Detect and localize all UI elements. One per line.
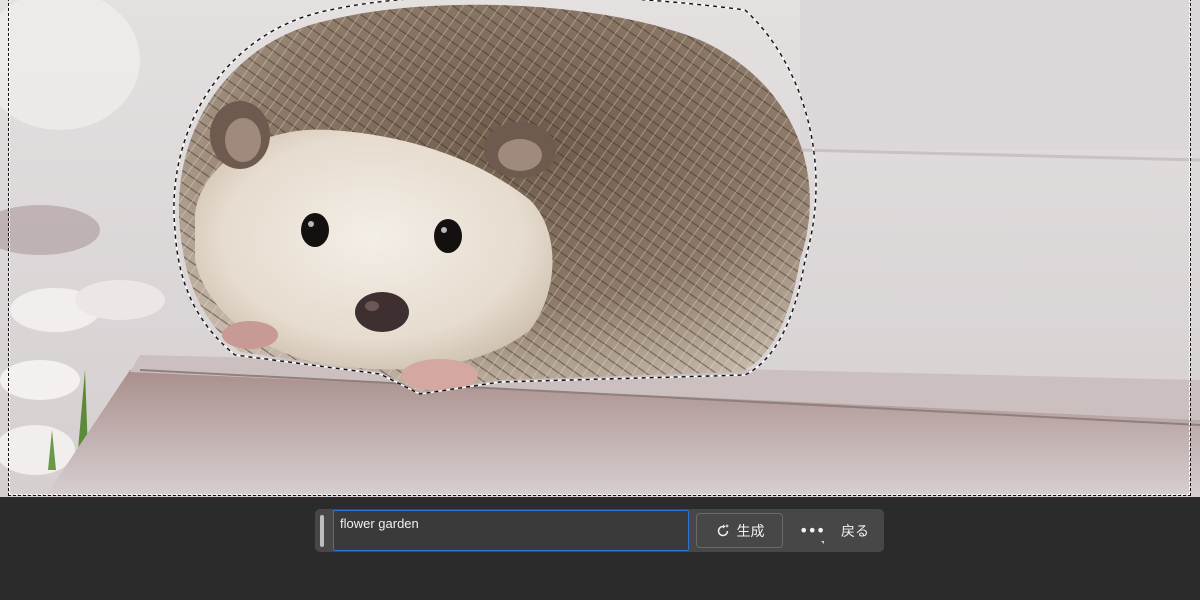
refresh-sparkle-icon [717, 523, 729, 536]
image-canvas[interactable] [0, 0, 1200, 497]
drag-handle-icon[interactable] [320, 514, 324, 547]
generate-button[interactable]: 生成 [696, 513, 783, 548]
more-options-icon: ••• [799, 520, 825, 540]
prompt-input[interactable]: flower garden [333, 510, 689, 551]
back-button[interactable]: 戻る [841, 521, 869, 541]
hedgehog-photo [0, 0, 1200, 497]
generate-button-label: 生成 [736, 523, 765, 540]
more-options-button[interactable]: ••• [799, 516, 825, 546]
contextual-task-bar: flower garden 生成 ••• 戻る [315, 509, 884, 552]
back-button-label: 戻る [841, 523, 869, 540]
dropdown-corner-icon [821, 540, 824, 544]
prompt-input-value: flower garden [340, 516, 419, 531]
